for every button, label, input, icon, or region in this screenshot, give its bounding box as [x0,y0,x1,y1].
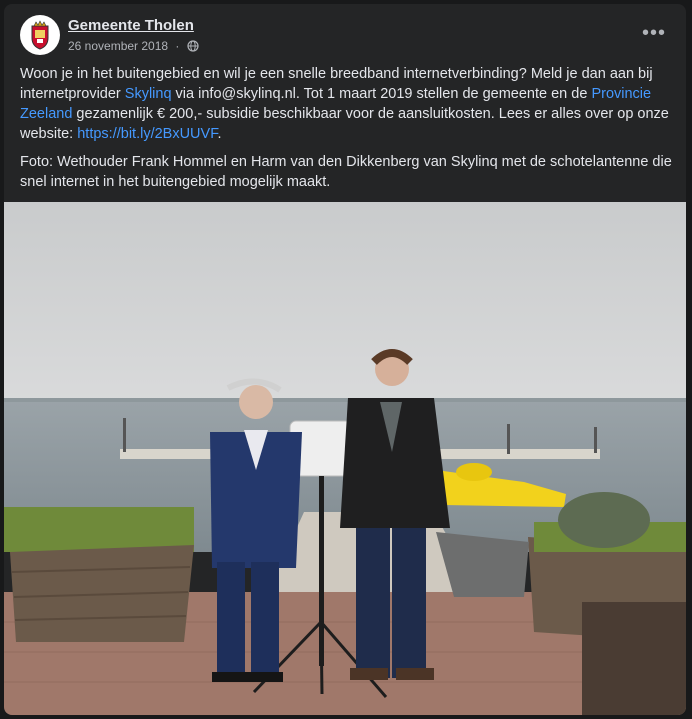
post-text: Woon je in het buitengebied en wil je ee… [20,64,672,200]
post-date[interactable]: 26 november 2018 [68,39,168,53]
skylinq-link[interactable]: Skylinq [125,86,172,102]
post-photo[interactable] [4,202,686,715]
coat-of-arms-icon [31,20,49,50]
post-paragraph-1: Woon je in het buitengebied en wil je ee… [20,64,672,144]
post-meta: 26 november 2018 · [68,39,199,53]
post-card: Gemeente Tholen 26 november 2018 · ••• W… [4,4,686,715]
date-separator: · [172,39,183,53]
post-header: Gemeente Tholen 26 november 2018 · ••• [20,15,670,59]
post-paragraph-2: Foto: Wethouder Frank Hommel en Harm van… [20,154,672,190]
page-avatar[interactable] [20,15,60,55]
paragraph-text: via info@skylinq.nl. Tot 1 maart 2019 st… [171,86,592,102]
website-link[interactable]: https://bit.ly/2BxUUVF [77,126,217,142]
paragraph-text: . [217,126,222,142]
page-name-link[interactable]: Gemeente Tholen [68,17,194,34]
more-options-icon[interactable]: ••• [638,17,670,49]
globe-icon [187,40,199,52]
